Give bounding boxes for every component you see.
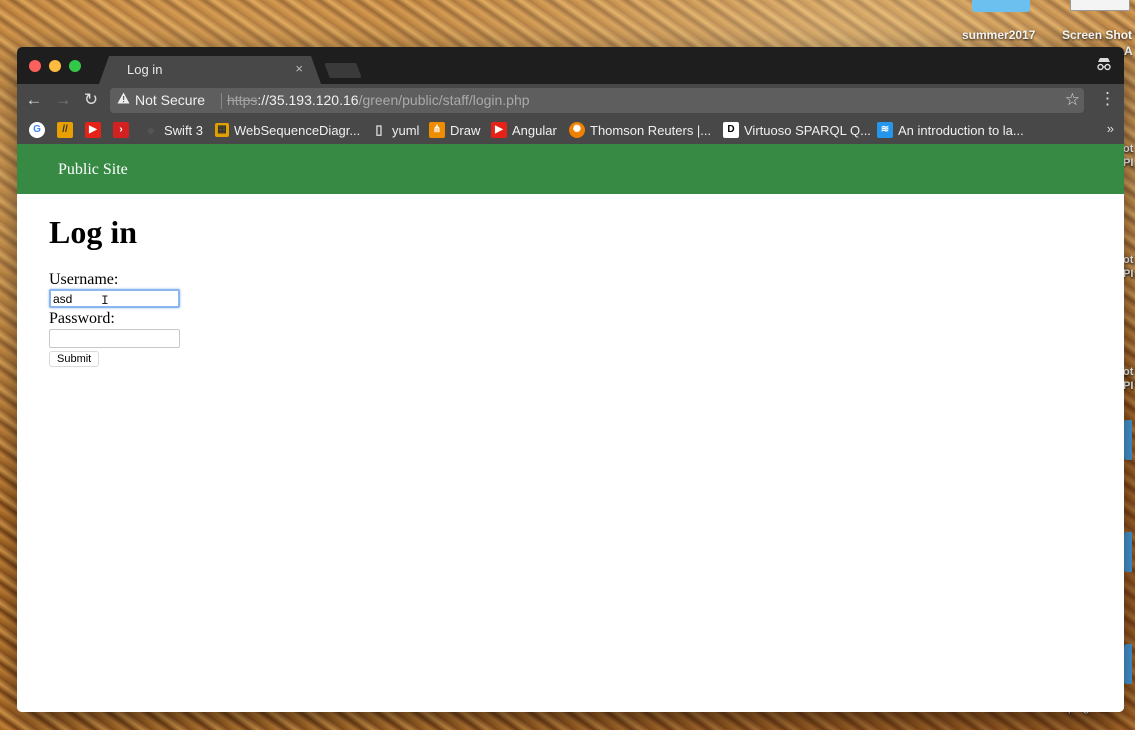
url-scheme: https (227, 92, 258, 108)
desktop-edge-text: PI (1123, 268, 1134, 280)
site-header: Public Site (17, 144, 1124, 194)
password-field[interactable] (49, 329, 180, 348)
browser-toolbar: ← → ↻ Not Secure https://35.193.120.16/g… (17, 84, 1124, 117)
google-icon: G (29, 122, 45, 138)
page-icon: ▯ (375, 122, 383, 137)
bookmarks-bar: G // ▶ › ● Swift 3 ▦ WebSequenceDiagr... ▯… (17, 117, 1124, 145)
minimize-window-button[interactable] (49, 60, 61, 72)
bookmark-label: Virtuoso SPARQL Q... (744, 122, 871, 138)
docker-icon: ≋ (877, 122, 893, 138)
bookmark-star-icon[interactable]: ☆ (1065, 90, 1080, 110)
bookmark-label: WebSequenceDiagr... (234, 122, 361, 138)
bookmark-label: Angular (512, 122, 557, 138)
bookmark-label: An introduction to la... (898, 122, 1024, 138)
bookmark-angular[interactable]: ▶ Angular (491, 121, 557, 139)
desktop-edge-text: ot (1123, 254, 1134, 266)
bookmark-red-chevron[interactable]: › (113, 121, 134, 139)
bookmark-swift3[interactable]: ● Swift 3 (143, 121, 203, 139)
desktop-icon-summer2017[interactable]: summer2017 (962, 28, 1035, 42)
warning-triangle-icon[interactable] (117, 92, 130, 107)
maximize-window-button[interactable] (69, 60, 81, 72)
chevron-red-icon: › (113, 122, 129, 138)
forward-arrow-icon[interactable]: → (52, 89, 74, 111)
incognito-icon (1096, 57, 1112, 75)
desktop-edge-text: PI (1123, 380, 1134, 392)
url-path: /green/public/staff/login.php (358, 92, 530, 108)
back-arrow-icon[interactable]: ← (23, 89, 45, 111)
address-bar[interactable]: Not Secure https://35.193.120.16/green/p… (110, 88, 1084, 113)
thomson-icon: ✺ (569, 122, 585, 138)
login-form: Log in Username: Password: Submit (49, 214, 180, 367)
browser-menu-icon[interactable]: ⋮ (1099, 89, 1116, 109)
bookmarks-overflow-icon[interactable]: » (1107, 121, 1114, 136)
desktop-icon-fragment: A (1124, 44, 1133, 58)
desktop-edge-text: ot (1123, 143, 1134, 155)
desktop-edge-text: ot (1123, 366, 1134, 378)
password-label: Password: (49, 310, 115, 327)
url-text[interactable]: https://35.193.120.16/green/public/staff… (227, 92, 530, 108)
bookmark-label: Swift 3 (164, 122, 204, 138)
draw-icon: ⋔ (429, 122, 445, 138)
dot-icon: ● (146, 122, 156, 138)
desktop-icon-screenshot[interactable]: Screen Shot (1062, 28, 1132, 42)
desktop-edge-text: PI (1123, 157, 1134, 169)
public-site-link[interactable]: Public Site (58, 161, 128, 179)
desktop-edge-file-icon[interactable] (1124, 532, 1132, 572)
bookmark-introduction[interactable]: ≋ An introduction to la... (877, 121, 1024, 139)
url-host: ://35.193.120.16 (257, 92, 359, 108)
close-window-button[interactable] (29, 60, 41, 72)
bookmark-label: Thomson Reuters |... (590, 122, 712, 138)
bookmark-youtube[interactable]: ▶ (85, 121, 106, 139)
slashes-icon: // (57, 122, 73, 138)
tab-close-icon[interactable]: × (295, 61, 303, 76)
bookmark-label: Draw (450, 122, 481, 138)
desktop-edge-file-icon[interactable] (1124, 644, 1132, 684)
tab-login[interactable]: Log in × (99, 56, 321, 84)
bookmark-virtuoso[interactable]: D Virtuoso SPARQL Q... (723, 121, 871, 139)
youtube-icon: ▶ (85, 122, 101, 138)
wsd-icon: ▦ (215, 123, 229, 137)
bookmark-label: yuml (392, 122, 420, 138)
desktop-screenshot-icon[interactable] (1070, 0, 1130, 11)
reload-icon[interactable]: ↻ (80, 89, 102, 111)
bookmark-slashes[interactable]: // (57, 121, 78, 139)
bookmark-yuml[interactable]: ▯ yuml (371, 121, 419, 139)
browser-window: Log in × ← → ↻ Not Secure https://35.193… (17, 47, 1124, 712)
d-icon: D (723, 122, 739, 138)
username-field[interactable] (49, 289, 180, 308)
bookmark-thomson-reuters[interactable]: ✺ Thomson Reuters |... (569, 121, 711, 139)
web-page: Public Site Log in Username: Password: S… (17, 144, 1124, 712)
page-title: Log in (49, 214, 138, 250)
bookmark-google[interactable]: G (29, 121, 50, 139)
submit-button[interactable]: Submit (49, 351, 100, 367)
desktop-folder-icon[interactable] (972, 0, 1030, 12)
tab-strip: Log in × (17, 47, 1124, 84)
security-status-label[interactable]: Not Secure (135, 92, 205, 108)
tab-title: Log in (127, 62, 163, 77)
bookmark-draw[interactable]: ⋔ Draw (429, 121, 480, 139)
desktop-edge-file-icon[interactable] (1124, 420, 1132, 460)
youtube-icon: ▶ (491, 122, 507, 138)
address-divider (221, 93, 222, 109)
new-tab-button[interactable] (324, 63, 362, 78)
text-cursor-icon: I (101, 293, 109, 308)
username-label: Username: (49, 271, 119, 288)
bookmark-websequencediagrams[interactable]: ▦ WebSequenceDiagr... (215, 121, 360, 139)
